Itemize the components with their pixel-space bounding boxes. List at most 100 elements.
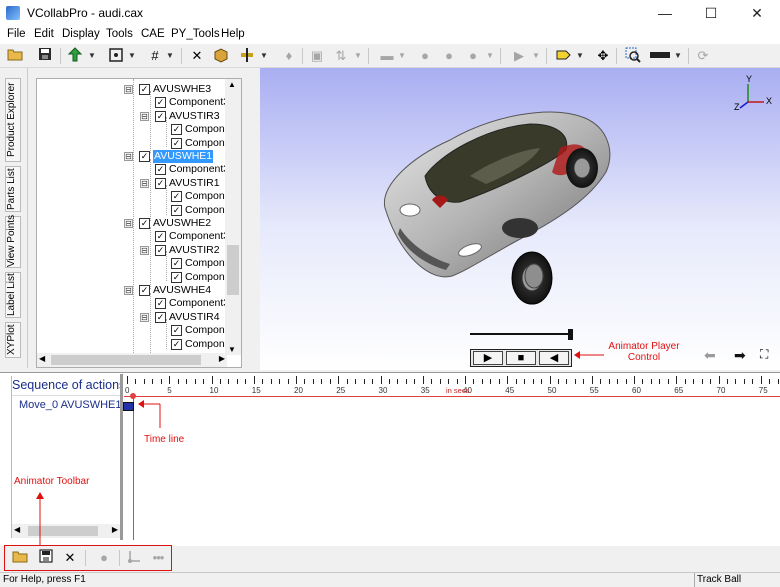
zoom-icon[interactable]: ● [464, 47, 482, 65]
tab-product-explorer[interactable]: Product Explorer [5, 78, 21, 162]
tree-item[interactable]: ✓ Component [37, 271, 239, 284]
forward-arrow-icon[interactable]: ➡ [734, 347, 746, 364]
tab-xyplot[interactable]: XYPlot [5, 322, 21, 358]
box-view-icon[interactable] [212, 47, 230, 65]
collapse-icon[interactable]: ⊟ [140, 111, 149, 121]
tree-item[interactable]: ⊟ ✓ AVUSWHE3 [37, 83, 227, 96]
tree-item[interactable]: ✓ Component39 [37, 297, 235, 310]
sequence-item[interactable]: Move_0 AVUSWHE1 [19, 399, 120, 411]
seq-scroll-left-icon[interactable]: ◀ [14, 525, 20, 534]
tree-item[interactable]: ✓ Component [37, 338, 239, 351]
tree-item[interactable]: ✓ Component36 [37, 230, 235, 243]
tree-item[interactable]: ⊟ ✓ AVUSTIR4 [37, 311, 227, 324]
time-ruler[interactable]: 0 5 10 15 20 25 30 35 40 45 50 55 60 65 70 75 in secs [124, 374, 780, 396]
sort-dropdown[interactable]: ▼ [354, 47, 362, 65]
close-button[interactable]: ✕ [734, 0, 780, 26]
checkbox[interactable]: ✓ [139, 218, 150, 229]
explode-icon[interactable]: ✕ [188, 47, 206, 65]
checkbox[interactable]: ✓ [139, 151, 150, 162]
checkbox[interactable]: ✓ [171, 258, 182, 270]
stop-button[interactable]: ■ [506, 351, 536, 365]
probe-icon[interactable]: ♦ [280, 47, 298, 65]
label-icon[interactable] [554, 47, 572, 65]
collapse-icon[interactable]: ⊟ [140, 178, 149, 188]
tree-item[interactable]: ⊟ ✓ AVUSTIR1 [37, 177, 227, 190]
minimize-button[interactable]: — [642, 0, 688, 26]
anim-save-icon[interactable] [37, 549, 55, 567]
time-line[interactable] [133, 396, 134, 540]
section-dropdown[interactable]: ▼ [260, 47, 268, 65]
collapse-icon[interactable]: ⊟ [124, 286, 133, 295]
checkbox[interactable]: ✓ [155, 110, 166, 122]
tree-item[interactable]: ⊟ ✓ AVUSTIR2 [37, 244, 227, 257]
checkbox[interactable]: ✓ [139, 84, 150, 95]
menu-file[interactable]: File [7, 28, 26, 40]
zoom-window-icon[interactable] [624, 47, 642, 65]
3d-viewport[interactable]: Y X Z [260, 68, 780, 370]
tab-view-points[interactable]: View Points [5, 215, 21, 268]
sequence-bar[interactable] [123, 402, 134, 411]
seq-scroll-right-icon[interactable]: ▶ [112, 525, 118, 534]
fullscreen-icon[interactable]: ⛶ [760, 347, 768, 362]
tree-item[interactable]: ✓ Component30 [37, 96, 235, 109]
checkbox[interactable]: ✓ [155, 231, 166, 243]
tree-vertical-scrollbar[interactable]: ▲ ▼ [225, 79, 241, 355]
play-dropdown[interactable]: ▼ [532, 47, 540, 65]
refresh-icon[interactable]: ⟳ [694, 47, 712, 65]
open-icon[interactable] [6, 47, 24, 65]
play-button[interactable]: ▶ [473, 351, 503, 365]
scroll-up-icon[interactable]: ▲ [228, 80, 236, 89]
tree-item[interactable]: ✓ Component [37, 123, 239, 136]
collapse-icon[interactable]: ⊟ [140, 312, 149, 322]
collapse-icon[interactable]: ⊟ [124, 219, 133, 228]
tree-item[interactable]: ✓ Component [37, 137, 239, 150]
reverse-button[interactable]: ◀ [539, 351, 569, 365]
tree-item[interactable]: ⊟ ✓ AVUSTIR3 [37, 110, 227, 123]
grid-icon[interactable]: # [146, 47, 164, 65]
copy-icon[interactable]: ▣ [308, 47, 326, 65]
film-icon[interactable]: ▬ [378, 47, 396, 65]
collapse-icon[interactable]: ⊟ [124, 85, 133, 94]
back-arrow-icon[interactable]: ⬅ [704, 347, 716, 364]
film-dropdown[interactable]: ▼ [398, 47, 406, 65]
color-bar-icon[interactable] [650, 47, 670, 65]
anim-delete-icon[interactable]: ✕ [61, 549, 79, 567]
checkbox[interactable]: ✓ [155, 97, 166, 109]
display-mode-dropdown[interactable]: ▼ [88, 47, 96, 65]
color-bar-dropdown[interactable]: ▼ [674, 47, 682, 65]
sort-icon[interactable]: ⇅ [332, 47, 350, 65]
section-icon[interactable] [238, 47, 256, 65]
menu-cae[interactable]: CAE [141, 28, 165, 40]
anim-record-icon[interactable]: ● [95, 549, 113, 567]
zoom-in-icon[interactable]: ● [416, 47, 434, 65]
tree-item[interactable]: ✓ Component [37, 190, 239, 203]
tree-horizontal-scrollbar[interactable]: ◀ ▶ [37, 353, 227, 367]
checkbox[interactable]: ✓ [155, 164, 166, 176]
tree-item[interactable]: ⊟ ✓ AVUSWHE2 [37, 217, 227, 230]
anim-path-icon[interactable] [125, 549, 143, 567]
animation-slider-track[interactable] [470, 333, 570, 335]
display-mode-icon[interactable] [66, 47, 84, 65]
tree-item[interactable]: ⊟ ✓ AVUSWHE1 [37, 150, 227, 163]
tree-item[interactable]: ⊟ ✓ AVUSWHE4 [37, 284, 227, 297]
collapse-icon[interactable]: ⊟ [124, 152, 133, 161]
tree-item[interactable]: ✓ Component [37, 204, 239, 217]
checkbox[interactable]: ✓ [171, 338, 182, 350]
scroll-down-icon[interactable]: ▼ [228, 345, 236, 354]
checkbox[interactable]: ✓ [155, 311, 166, 323]
tree-item[interactable]: ✓ Component33 [37, 163, 235, 176]
menu-py-tools[interactable]: PY_Tools [171, 28, 220, 40]
fit-view-icon[interactable] [107, 47, 125, 65]
tree-item[interactable]: ✓ Component [37, 324, 239, 337]
checkbox[interactable]: ✓ [171, 124, 182, 136]
checkbox[interactable]: ✓ [155, 177, 166, 189]
collapse-icon[interactable]: ⊟ [140, 245, 149, 255]
sequence-scrollbar[interactable]: ◀ ▶ [12, 524, 120, 538]
menu-tools[interactable]: Tools [106, 28, 133, 40]
grid-dropdown[interactable]: ▼ [166, 47, 174, 65]
anim-more-icon[interactable]: ••• [147, 549, 169, 567]
zoom-out-icon[interactable]: ● [440, 47, 458, 65]
zoom-dropdown[interactable]: ▼ [486, 47, 494, 65]
anim-open-icon[interactable] [11, 549, 29, 567]
animation-slider-thumb[interactable] [568, 329, 573, 340]
